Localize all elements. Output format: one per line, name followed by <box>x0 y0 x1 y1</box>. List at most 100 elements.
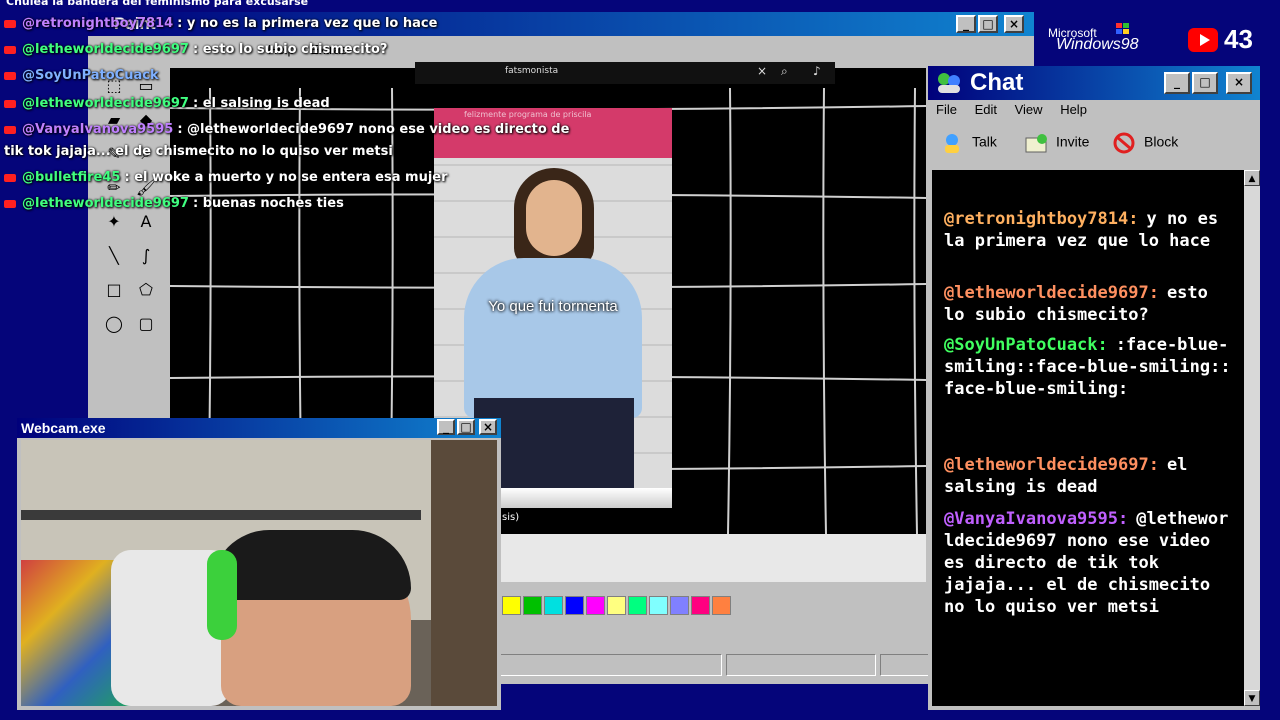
youtube-icon <box>4 173 16 182</box>
chat-user: @bulletfire45 <box>22 170 121 185</box>
rounded-rect-icon[interactable]: ▢ <box>132 310 160 338</box>
chat-user: @SoyUnPatoCuack <box>22 68 159 83</box>
headset-icon <box>207 550 237 640</box>
chat-user: @VanyaIvanova9595 <box>22 122 174 137</box>
color-swatch[interactable] <box>670 596 689 615</box>
chat-user: @SoyUnPatoCuack: <box>944 335 1108 355</box>
cam-bookshelf <box>431 440 497 706</box>
text-tool-icon[interactable]: A <box>132 208 160 236</box>
minimize-button[interactable]: _ <box>1164 72 1190 94</box>
video-person-face <box>526 180 582 256</box>
block-label: Block <box>1144 133 1179 150</box>
menu-view[interactable]: View <box>1015 102 1043 117</box>
close-button[interactable]: × <box>1226 72 1252 94</box>
chat-messages: @retronightboy7814: y no es la primera ve… <box>932 170 1244 706</box>
chat-user: @letheworldecide9697: <box>944 283 1159 303</box>
talk-label: Talk <box>972 133 997 150</box>
youtube-icon <box>4 199 16 208</box>
overlay-chat-line: @VanyaIvanova9595: @letheworldecide9697 … <box>4 122 569 137</box>
airbrush-icon[interactable]: ✦ <box>100 208 128 236</box>
overlay-chat-line: @SoyUnPatoCuack <box>4 68 163 83</box>
color-swatch[interactable] <box>565 596 584 615</box>
block-icon <box>1113 132 1135 154</box>
chat-window: Chat _ □ × File Edit View Help Talk Invi… <box>928 66 1260 710</box>
search-text: fatsmonista <box>505 66 559 76</box>
minimize-button[interactable]: _ <box>956 15 976 33</box>
chat-user: @letheworldecide9697 <box>22 196 189 211</box>
chat-text: : @letheworldecide9697 nono ese video es… <box>177 122 570 137</box>
play-icon <box>1200 34 1210 46</box>
chat-user: @letheworldecide9697 <box>22 96 189 111</box>
windows-flag-icon <box>1116 23 1129 34</box>
chat-text: : esto lo subio chismecito? <box>192 42 388 57</box>
youtube-icon <box>4 99 16 108</box>
overlay-chat-line: tik tok jajaja... el de chismecito no lo… <box>4 144 393 159</box>
color-swatch[interactable] <box>607 596 626 615</box>
polygon-icon[interactable]: ⬠ <box>132 276 160 304</box>
search-icon[interactable]: ⌕ <box>781 64 788 79</box>
sis-text: sis) <box>502 512 520 523</box>
video-person-shirt <box>464 258 642 418</box>
chat-text: : y no es la primera vez que lo hace <box>177 16 438 31</box>
chat-user: @letheworldecide9697: <box>944 455 1159 475</box>
line-icon[interactable]: ╲ <box>100 242 128 270</box>
chat-text: : el salsing is dead <box>192 96 330 111</box>
status-cell <box>726 654 876 676</box>
chat-titlebar: Chat _ □ × <box>928 66 1260 100</box>
chat-message: @letheworldecide9697: el salsing is dead <box>944 454 1234 498</box>
maximize-button[interactable]: □ <box>1192 72 1218 94</box>
viewer-count: 43 <box>1224 24 1253 54</box>
top-banner-text: Chulea la bandera del feminismo para exc… <box>6 0 309 8</box>
chat-menubar: File Edit View Help <box>936 102 1101 117</box>
mic-icon[interactable]: ♪ <box>813 64 821 78</box>
chat-scrollbar[interactable]: ▲ ▼ <box>1244 170 1260 706</box>
streamer-cap <box>211 530 411 600</box>
invite-button[interactable]: Invite <box>1024 132 1089 154</box>
webcam-titlebar: Webcam.exe _ □ × <box>17 418 501 438</box>
color-swatch[interactable] <box>502 596 521 615</box>
menu-file[interactable]: File <box>936 102 957 117</box>
minimize-button[interactable]: _ <box>437 419 455 435</box>
chat-text: tik tok jajaja... el de chismecito no lo… <box>4 144 393 159</box>
scroll-up-icon[interactable]: ▲ <box>1244 170 1260 186</box>
overlay-chat-line: @letheworldecide9697: el salsing is dead <box>4 96 330 111</box>
ellipse-icon[interactable]: ◯ <box>100 310 128 338</box>
menu-edit[interactable]: Edit <box>975 102 997 117</box>
color-swatch[interactable] <box>544 596 563 615</box>
rectangle-icon[interactable]: □ <box>100 276 128 304</box>
close-button[interactable]: × <box>1004 15 1024 33</box>
curve-icon[interactable]: ∫ <box>132 242 160 270</box>
talk-button[interactable]: Talk <box>940 132 997 154</box>
webcam-title: Webcam.exe <box>21 420 106 436</box>
overlay-chat-line: @bulletfire45: el woke a muerto y no se … <box>4 170 448 185</box>
close-button[interactable]: × <box>479 419 497 435</box>
color-swatch[interactable] <box>628 596 647 615</box>
overlay-chat-line: @letheworldecide9697: esto lo subio chis… <box>4 42 387 57</box>
chat-message: @VanyaIvanova9595: @letheworldecide9697 n… <box>944 508 1234 618</box>
status-cell <box>498 654 722 676</box>
scroll-down-icon[interactable]: ▼ <box>1244 690 1260 706</box>
invite-label: Invite <box>1056 133 1090 150</box>
windows98-logo: Microsoft Windows98 <box>1048 23 1160 54</box>
color-swatch[interactable] <box>586 596 605 615</box>
maximize-button[interactable]: □ <box>457 419 475 435</box>
color-swatch[interactable] <box>523 596 542 615</box>
windows98-text: Windows98 <box>1056 36 1139 53</box>
chat-message: @SoyUnPatoCuack::face-blue-smiling::face… <box>944 334 1234 400</box>
block-button[interactable]: Block <box>1112 132 1178 154</box>
overlay-chat-line: @letheworldecide9697: buenas noches ties <box>4 196 344 211</box>
video-caption: Yo que fui tormenta <box>488 298 618 315</box>
cam-shelf <box>21 510 421 520</box>
close-search-icon[interactable]: × <box>757 64 767 78</box>
people-icon <box>938 73 960 93</box>
color-swatch[interactable] <box>649 596 668 615</box>
webcam-feed <box>21 440 497 706</box>
menu-help[interactable]: Help <box>1060 102 1087 117</box>
chat-user: @retronightboy7814 <box>22 16 174 31</box>
maximize-button[interactable]: □ <box>978 15 998 33</box>
color-swatch[interactable] <box>712 596 731 615</box>
search-bar[interactable]: fatsmonista × ⌕ ♪ <box>415 62 835 84</box>
overlay-chat-line: @retronightboy7814: y no es la primera v… <box>4 16 437 31</box>
color-swatch[interactable] <box>691 596 710 615</box>
video-top-text: felizmente programa de priscila <box>464 110 592 119</box>
